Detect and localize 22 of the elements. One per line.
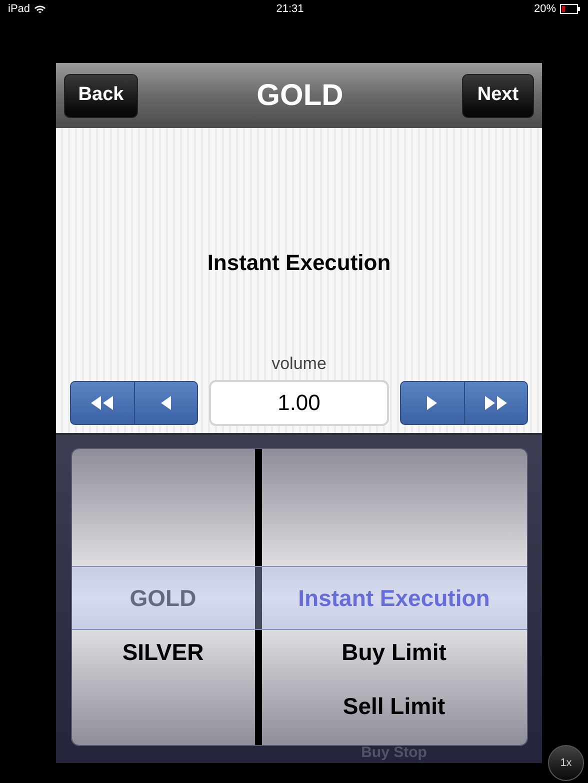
left-triangle-icon — [160, 394, 172, 410]
picker-option[interactable]: Sell Limit — [342, 688, 446, 724]
double-left-triangle-icon — [89, 394, 116, 410]
device-name: iPad — [8, 2, 30, 17]
picker-option[interactable]: Buy Limit — [342, 634, 446, 670]
zoom-button[interactable]: 1x — [548, 745, 584, 781]
wifi-icon — [34, 4, 46, 14]
nav-title: GOLD — [256, 78, 344, 114]
next-button[interactable]: Next — [462, 74, 534, 118]
battery-percent: 20% — [534, 2, 556, 17]
picker-wheel[interactable]: Instant Execution Buy Limit Sell Limit — [262, 449, 526, 745]
back-button[interactable]: Back — [64, 74, 138, 118]
picker-option[interactable]: GOLD — [130, 580, 196, 616]
right-triangle-icon — [426, 394, 438, 410]
picker-option[interactable]: SILVER — [122, 634, 204, 670]
volume-label: volume — [272, 353, 326, 375]
picker-wheel[interactable]: GOLD SILVER — [72, 449, 254, 745]
double-right-triangle-icon — [482, 394, 509, 410]
clock-time: 21:31 — [276, 2, 304, 17]
volume-field[interactable]: 1.00 — [209, 380, 389, 426]
battery-icon — [560, 4, 580, 14]
order-type-label: Instant Execution — [207, 249, 391, 277]
